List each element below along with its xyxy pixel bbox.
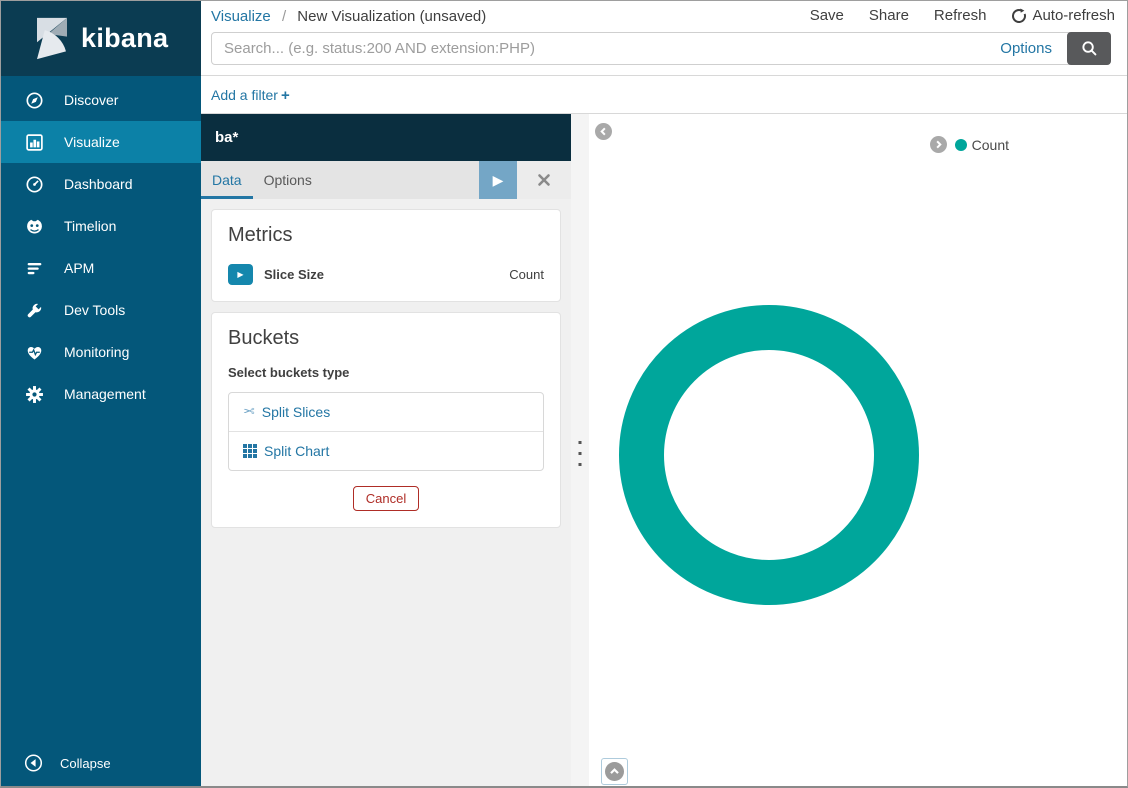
buckets-subtitle: Select buckets type <box>228 365 544 380</box>
gear-icon <box>25 385 44 404</box>
index-pattern-name: ba* <box>215 129 238 146</box>
spy-circle <box>605 762 624 781</box>
search-input[interactable] <box>212 33 1000 64</box>
heartbeat-icon <box>25 343 44 362</box>
filter-bar: Add a filter+ <box>201 77 1128 114</box>
bucket-option-label: Split Chart <box>264 443 329 459</box>
gauge-icon <box>25 175 44 194</box>
bucket-type-list: ✂ Split Slices Split Chart <box>228 392 544 471</box>
vis-config-panel: ba* Data Options ▶ Metrics ▶ Slice Size <box>201 114 571 787</box>
timelion-icon <box>25 217 44 236</box>
index-pattern-header: ba* <box>201 114 571 161</box>
config-tabbar: Data Options ▶ <box>201 161 571 199</box>
kibana-logo-icon <box>35 16 69 61</box>
close-icon <box>537 173 551 187</box>
chevron-right-icon <box>934 140 943 149</box>
compass-icon <box>25 91 44 110</box>
expand-arrow-icon: ▶ <box>237 270 243 279</box>
search-bar: Options <box>211 32 1111 65</box>
tab-data[interactable]: Data <box>201 161 253 199</box>
auto-refresh-label: Auto-refresh <box>1032 7 1115 24</box>
add-filter-link[interactable]: Add a filter+ <box>211 87 290 104</box>
refresh-button[interactable]: Refresh <box>934 7 987 24</box>
auto-refresh-icon <box>1011 8 1027 24</box>
cancel-row: Cancel <box>228 486 544 511</box>
search-icon <box>1081 40 1098 57</box>
cancel-button[interactable]: Cancel <box>353 486 419 511</box>
kibana-logo[interactable]: kibana <box>1 1 201 76</box>
sidebar-collapse-button[interactable]: Collapse <box>1 740 201 786</box>
sidebar-item-label: Discover <box>64 92 118 108</box>
share-button[interactable]: Share <box>869 7 909 24</box>
metrics-title: Metrics <box>228 224 544 247</box>
expand-aggregation-button[interactable]: ▶ <box>228 264 253 285</box>
panel-resize-handle[interactable] <box>571 114 589 787</box>
collapse-label: Collapse <box>60 756 111 771</box>
auto-refresh-button[interactable]: Auto-refresh <box>1011 7 1115 24</box>
sidebar-item-monitoring[interactable]: Monitoring <box>1 331 201 373</box>
tabbar-spacer <box>323 161 479 199</box>
sidebar-item-dashboard[interactable]: Dashboard <box>1 163 201 205</box>
scissors-icon: ✂ <box>243 404 255 420</box>
wrench-icon <box>25 301 44 320</box>
sidebar-item-label: Monitoring <box>64 344 129 360</box>
sidebar-item-management[interactable]: Management <box>1 373 201 415</box>
spy-panel-toggle-button[interactable] <box>601 758 628 785</box>
bar-chart-icon <box>25 133 44 152</box>
metric-label: Slice Size <box>264 267 509 282</box>
sidebar-item-label: Dashboard <box>64 176 133 192</box>
visualization-panel: Count <box>589 114 1128 787</box>
breadcrumb: Visualize / New Visualization (unsaved) <box>211 8 486 25</box>
metrics-card: Metrics ▶ Slice Size Count <box>211 209 561 302</box>
sidebar-item-label: Management <box>64 386 146 402</box>
config-body: Metrics ▶ Slice Size Count Buckets Selec… <box>201 199 571 538</box>
sidebar-item-label: Timelion <box>64 218 116 234</box>
top-header: Visualize / New Visualization (unsaved) … <box>201 1 1128 76</box>
donut-chart[interactable] <box>619 305 919 605</box>
collapse-editor-button[interactable] <box>595 123 612 140</box>
grid-icon <box>243 444 257 458</box>
sidebar-item-label: APM <box>64 260 94 276</box>
chart-legend: Count <box>930 136 1009 153</box>
sidebar-item-apm[interactable]: APM <box>1 247 201 289</box>
bucket-option-split-slices[interactable]: ✂ Split Slices <box>229 393 543 431</box>
buckets-title: Buckets <box>228 327 544 350</box>
breadcrumb-visualize-link[interactable]: Visualize <box>211 8 271 25</box>
apm-lines-icon <box>25 259 44 278</box>
breadcrumb-current: New Visualization (unsaved) <box>297 8 486 25</box>
chevron-left-icon <box>599 127 608 136</box>
sidebar-nav: Discover Visualize Dashboard Timelion <box>1 76 201 415</box>
metric-row: ▶ Slice Size Count <box>228 264 544 285</box>
collapse-arrow-icon <box>24 754 43 773</box>
legend-label: Count <box>972 137 1009 153</box>
sidebar: kibana Discover Visualize Dashboard <box>1 1 201 786</box>
breadcrumb-separator: / <box>282 8 286 25</box>
buckets-card: Buckets Select buckets type ✂ Split Slic… <box>211 312 561 528</box>
sidebar-item-discover[interactable]: Discover <box>1 79 201 121</box>
kibana-app: kibana Discover Visualize Dashboard <box>0 0 1128 788</box>
sidebar-item-visualize[interactable]: Visualize <box>1 121 201 163</box>
add-filter-label: Add a filter <box>211 87 278 103</box>
bucket-option-split-chart[interactable]: Split Chart <box>229 431 543 470</box>
legend-collapse-button[interactable] <box>930 136 947 153</box>
sidebar-item-label: Dev Tools <box>64 302 125 318</box>
sidebar-item-timelion[interactable]: Timelion <box>1 205 201 247</box>
plus-icon: + <box>281 87 290 104</box>
drag-dots-icon <box>579 441 582 466</box>
chevron-up-icon <box>609 766 620 777</box>
save-button[interactable]: Save <box>810 7 844 24</box>
apply-changes-button[interactable]: ▶ <box>479 161 517 199</box>
tab-options[interactable]: Options <box>253 161 323 199</box>
top-actions: Save Share Refresh Auto-refresh <box>785 7 1115 24</box>
search-button[interactable] <box>1067 32 1111 65</box>
legend-color-dot[interactable] <box>955 139 967 151</box>
brand-name: kibana <box>81 23 168 54</box>
bucket-option-label: Split Slices <box>262 404 330 420</box>
search-options-link[interactable]: Options <box>1000 40 1052 57</box>
play-icon: ▶ <box>493 172 504 189</box>
discard-changes-button[interactable] <box>517 161 571 199</box>
sidebar-item-dev-tools[interactable]: Dev Tools <box>1 289 201 331</box>
metric-value: Count <box>509 267 544 282</box>
sidebar-item-label: Visualize <box>64 134 120 150</box>
